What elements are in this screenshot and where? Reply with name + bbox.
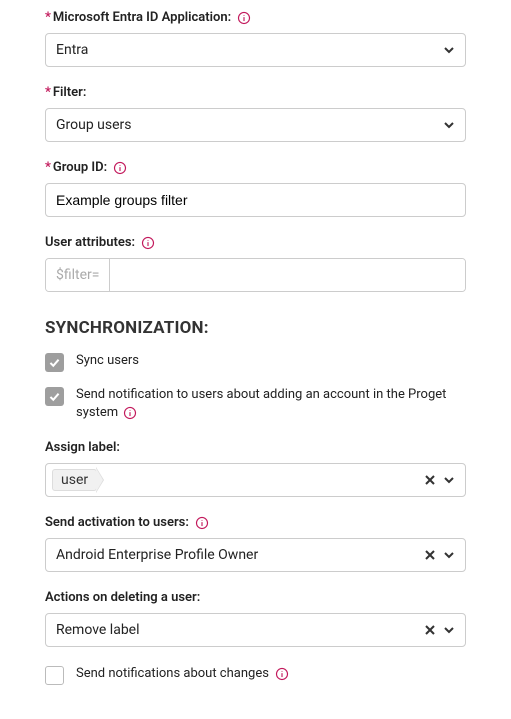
chevron-down-icon (441, 622, 457, 638)
synchronization-heading: SYNCHRONIZATION: (45, 318, 466, 338)
filter-value: Group users (56, 117, 132, 133)
assign-label-select[interactable]: user (45, 463, 466, 497)
sync-users-label: Sync users (76, 352, 139, 370)
send-notification-add-label: Send notification to users about adding … (76, 386, 466, 422)
info-icon[interactable] (195, 516, 209, 530)
clear-icon[interactable] (423, 548, 437, 562)
sync-users-checkbox[interactable] (45, 353, 64, 372)
assign-label-tag[interactable]: user (52, 469, 97, 491)
send-activation-value: Android Enterprise Profile Owner (56, 547, 258, 563)
filter-select[interactable]: Group users (45, 108, 466, 142)
entra-app-label: *Microsoft Entra ID Application: (45, 10, 466, 25)
actions-delete-value: Remove label (56, 622, 140, 638)
assign-label-label: Assign label: (45, 440, 466, 455)
filter-label: *Filter: (45, 85, 466, 100)
user-attributes-field[interactable]: $filter= (45, 258, 466, 292)
send-activation-select[interactable]: Android Enterprise Profile Owner (45, 538, 466, 572)
group-id-input[interactable] (45, 183, 466, 217)
info-icon[interactable] (113, 161, 127, 175)
info-icon[interactable] (275, 667, 289, 681)
entra-app-value: Entra (56, 42, 88, 58)
send-notifications-changes-label: Send notifications about changes (76, 665, 289, 683)
send-notification-add-checkbox[interactable] (45, 387, 64, 406)
actions-delete-select[interactable]: Remove label (45, 613, 466, 647)
chevron-down-icon (441, 472, 457, 488)
entra-app-select[interactable]: Entra (45, 33, 466, 67)
group-id-label: *Group ID: (45, 160, 466, 175)
filter-prefix: $filter= (46, 259, 110, 291)
actions-delete-label: Actions on deleting a user: (45, 590, 466, 605)
chevron-down-icon (441, 547, 457, 563)
user-attributes-label: User attributes: (45, 235, 466, 250)
clear-icon[interactable] (423, 473, 437, 487)
send-notifications-changes-checkbox[interactable] (45, 666, 64, 685)
chevron-down-icon (441, 117, 457, 133)
info-icon[interactable] (141, 236, 155, 250)
send-activation-label: Send activation to users: (45, 515, 466, 530)
info-icon[interactable] (123, 406, 137, 420)
chevron-down-icon (441, 42, 457, 58)
clear-icon[interactable] (423, 623, 437, 637)
info-icon[interactable] (237, 11, 251, 25)
user-attributes-input[interactable] (110, 259, 465, 291)
